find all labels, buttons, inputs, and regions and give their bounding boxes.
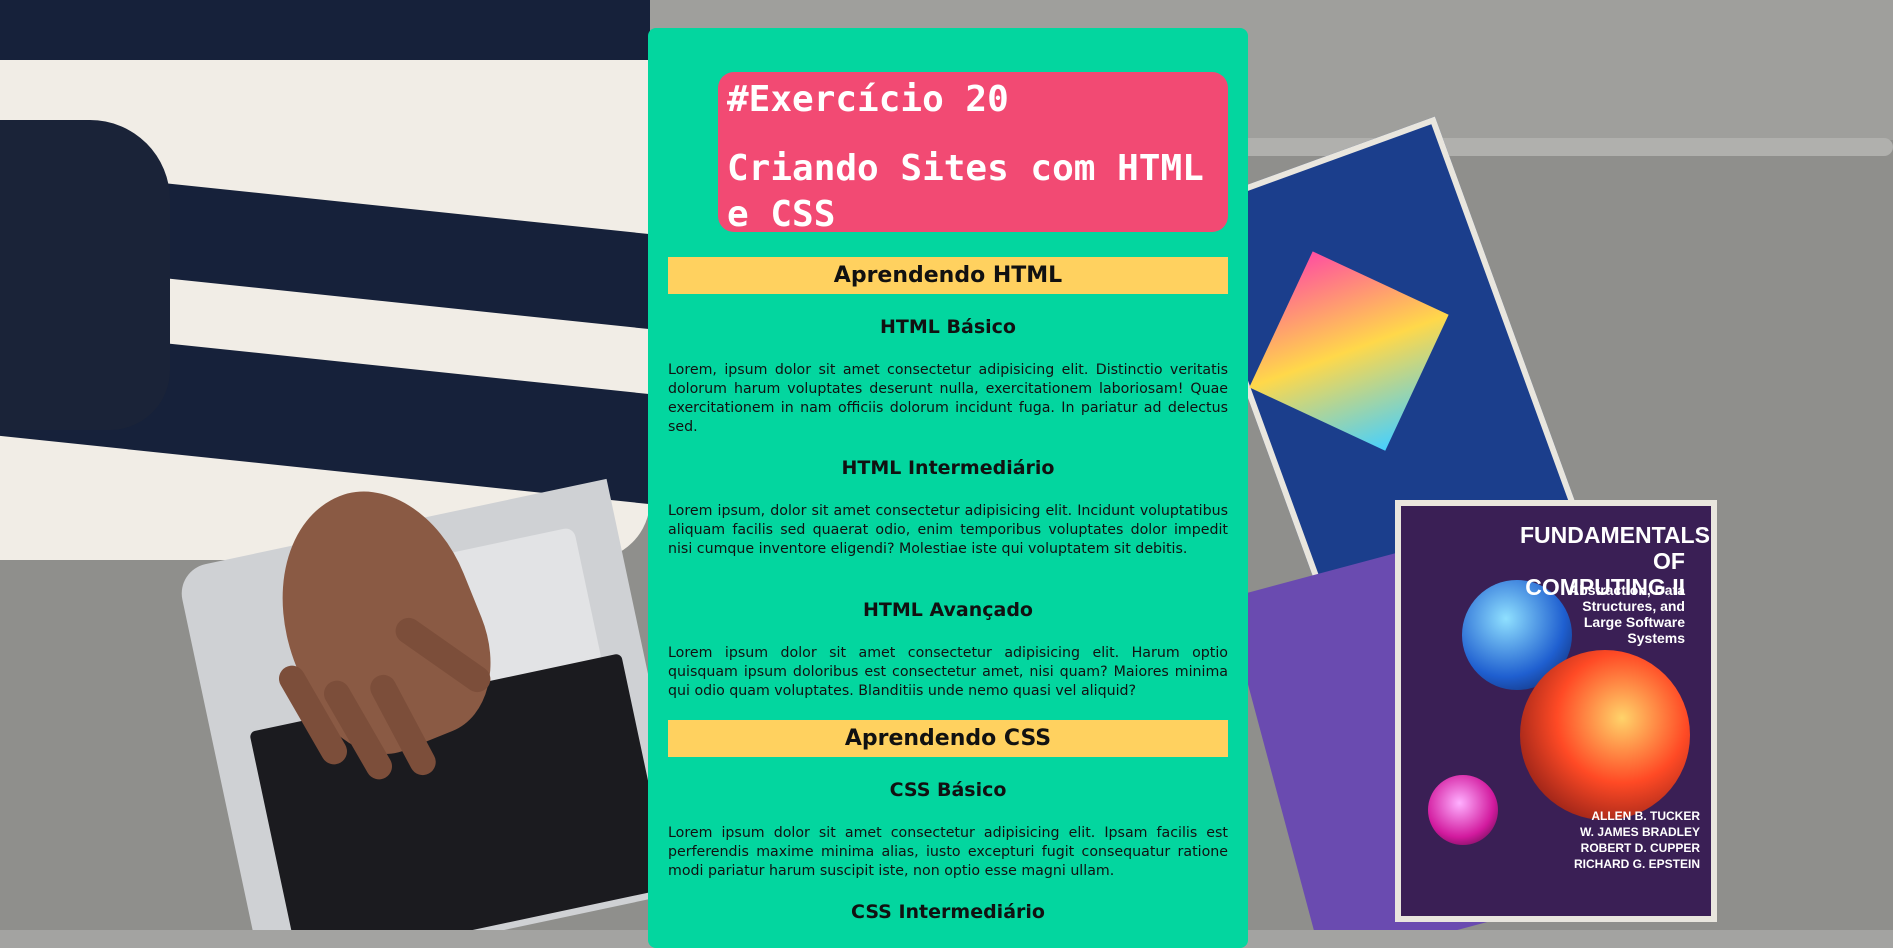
topic-title-html-basico: HTML Básico (880, 316, 1016, 338)
topic-title-html-intermediario: HTML Intermediário (841, 457, 1055, 479)
topic-text-html-avancado: Lorem ipsum dolor sit amet consectetur a… (668, 645, 1228, 699)
topic-text-html-intermediario: Lorem ipsum, dolor sit amet consectetur … (668, 503, 1228, 557)
shirt-sleeve (0, 120, 170, 430)
page-title: Criando Sites com HTML e CSS (727, 148, 1204, 235)
page-header: #Exercício 20 Criando Sites com HTML e C… (718, 72, 1228, 235)
topic-title-css-basico: CSS Básico (889, 779, 1007, 801)
topic-title-css-intermediario: CSS Intermediário (851, 901, 1045, 923)
book-sphere-red (1520, 650, 1690, 820)
book-sphere-pink (1428, 775, 1498, 845)
book-subtitle: Abstraction, Data Structures, and Large … (1569, 582, 1685, 646)
sofa-edge (1210, 138, 1893, 156)
book-cover-art (1249, 251, 1449, 451)
section-heading-css: Aprendendo CSS (668, 720, 1228, 757)
section-heading-html: Aprendendo HTML (668, 257, 1228, 294)
book-authors: ALLEN B. TUCKER W. JAMES BRADLEY ROBERT … (1573, 809, 1700, 871)
topic-text-css-basico: Lorem ipsum dolor sit amet consectetur a… (668, 825, 1228, 879)
exercise-label: #Exercício 20 (727, 79, 1009, 120)
topic-text-html-basico: Lorem, ipsum dolor sit amet consectetur … (668, 362, 1228, 435)
main-content-card: #Exercício 20 Criando Sites com HTML e C… (648, 28, 1248, 948)
topic-title-html-avancado: HTML Avançado (863, 599, 1033, 621)
